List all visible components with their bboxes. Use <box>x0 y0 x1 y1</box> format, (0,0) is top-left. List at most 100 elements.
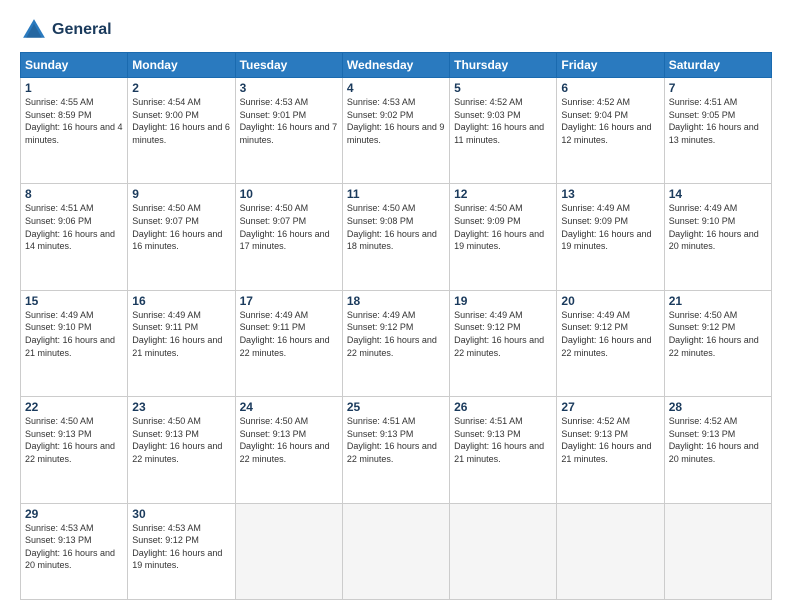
header: General <box>20 16 772 44</box>
calendar-cell: 11Sunrise: 4:50 AMSunset: 9:08 PMDayligh… <box>342 184 449 290</box>
cell-info: Sunrise: 4:53 AMSunset: 9:02 PMDaylight:… <box>347 96 445 146</box>
calendar-table: SundayMondayTuesdayWednesdayThursdayFrid… <box>20 52 772 600</box>
calendar-cell: 19Sunrise: 4:49 AMSunset: 9:12 PMDayligh… <box>450 290 557 396</box>
cell-info: Sunrise: 4:49 AMSunset: 9:09 PMDaylight:… <box>561 202 659 252</box>
day-number: 14 <box>669 187 767 201</box>
day-number: 9 <box>132 187 230 201</box>
cell-info: Sunrise: 4:52 AMSunset: 9:13 PMDaylight:… <box>669 415 767 465</box>
day-number: 23 <box>132 400 230 414</box>
day-number: 21 <box>669 294 767 308</box>
day-number: 28 <box>669 400 767 414</box>
cell-info: Sunrise: 4:50 AMSunset: 9:09 PMDaylight:… <box>454 202 552 252</box>
calendar-header-thursday: Thursday <box>450 53 557 78</box>
day-number: 22 <box>25 400 123 414</box>
calendar-cell: 21Sunrise: 4:50 AMSunset: 9:12 PMDayligh… <box>664 290 771 396</box>
cell-info: Sunrise: 4:50 AMSunset: 9:13 PMDaylight:… <box>240 415 338 465</box>
calendar-cell: 10Sunrise: 4:50 AMSunset: 9:07 PMDayligh… <box>235 184 342 290</box>
cell-info: Sunrise: 4:51 AMSunset: 9:05 PMDaylight:… <box>669 96 767 146</box>
day-number: 6 <box>561 81 659 95</box>
day-number: 8 <box>25 187 123 201</box>
cell-info: Sunrise: 4:53 AMSunset: 9:13 PMDaylight:… <box>25 522 123 572</box>
calendar-cell: 16Sunrise: 4:49 AMSunset: 9:11 PMDayligh… <box>128 290 235 396</box>
cell-info: Sunrise: 4:51 AMSunset: 9:06 PMDaylight:… <box>25 202 123 252</box>
calendar-week-2: 8Sunrise: 4:51 AMSunset: 9:06 PMDaylight… <box>21 184 772 290</box>
calendar-cell: 15Sunrise: 4:49 AMSunset: 9:10 PMDayligh… <box>21 290 128 396</box>
day-number: 30 <box>132 507 230 521</box>
calendar-cell: 13Sunrise: 4:49 AMSunset: 9:09 PMDayligh… <box>557 184 664 290</box>
calendar-cell: 25Sunrise: 4:51 AMSunset: 9:13 PMDayligh… <box>342 397 449 503</box>
day-number: 27 <box>561 400 659 414</box>
day-number: 19 <box>454 294 552 308</box>
calendar-cell: 17Sunrise: 4:49 AMSunset: 9:11 PMDayligh… <box>235 290 342 396</box>
cell-info: Sunrise: 4:49 AMSunset: 9:12 PMDaylight:… <box>347 309 445 359</box>
cell-info: Sunrise: 4:54 AMSunset: 9:00 PMDaylight:… <box>132 96 230 146</box>
calendar-cell: 26Sunrise: 4:51 AMSunset: 9:13 PMDayligh… <box>450 397 557 503</box>
cell-info: Sunrise: 4:51 AMSunset: 9:13 PMDaylight:… <box>454 415 552 465</box>
calendar-week-1: 1Sunrise: 4:55 AMSunset: 8:59 PMDaylight… <box>21 78 772 184</box>
calendar-cell <box>557 503 664 599</box>
cell-info: Sunrise: 4:50 AMSunset: 9:12 PMDaylight:… <box>669 309 767 359</box>
calendar-header-wednesday: Wednesday <box>342 53 449 78</box>
calendar-header-monday: Monday <box>128 53 235 78</box>
calendar-header-tuesday: Tuesday <box>235 53 342 78</box>
cell-info: Sunrise: 4:49 AMSunset: 9:11 PMDaylight:… <box>132 309 230 359</box>
calendar-cell: 23Sunrise: 4:50 AMSunset: 9:13 PMDayligh… <box>128 397 235 503</box>
cell-info: Sunrise: 4:50 AMSunset: 9:07 PMDaylight:… <box>132 202 230 252</box>
day-number: 20 <box>561 294 659 308</box>
day-number: 26 <box>454 400 552 414</box>
cell-info: Sunrise: 4:53 AMSunset: 9:01 PMDaylight:… <box>240 96 338 146</box>
calendar-cell: 7Sunrise: 4:51 AMSunset: 9:05 PMDaylight… <box>664 78 771 184</box>
calendar-cell: 20Sunrise: 4:49 AMSunset: 9:12 PMDayligh… <box>557 290 664 396</box>
calendar-cell: 28Sunrise: 4:52 AMSunset: 9:13 PMDayligh… <box>664 397 771 503</box>
cell-info: Sunrise: 4:49 AMSunset: 9:11 PMDaylight:… <box>240 309 338 359</box>
calendar-cell: 6Sunrise: 4:52 AMSunset: 9:04 PMDaylight… <box>557 78 664 184</box>
calendar-week-3: 15Sunrise: 4:49 AMSunset: 9:10 PMDayligh… <box>21 290 772 396</box>
day-number: 5 <box>454 81 552 95</box>
cell-info: Sunrise: 4:52 AMSunset: 9:04 PMDaylight:… <box>561 96 659 146</box>
calendar-cell: 29Sunrise: 4:53 AMSunset: 9:13 PMDayligh… <box>21 503 128 599</box>
day-number: 4 <box>347 81 445 95</box>
calendar-cell: 2Sunrise: 4:54 AMSunset: 9:00 PMDaylight… <box>128 78 235 184</box>
cell-info: Sunrise: 4:49 AMSunset: 9:10 PMDaylight:… <box>669 202 767 252</box>
calendar-cell <box>342 503 449 599</box>
cell-info: Sunrise: 4:52 AMSunset: 9:13 PMDaylight:… <box>561 415 659 465</box>
day-number: 12 <box>454 187 552 201</box>
calendar-header-row: SundayMondayTuesdayWednesdayThursdayFrid… <box>21 53 772 78</box>
day-number: 11 <box>347 187 445 201</box>
calendar-cell: 18Sunrise: 4:49 AMSunset: 9:12 PMDayligh… <box>342 290 449 396</box>
cell-info: Sunrise: 4:50 AMSunset: 9:08 PMDaylight:… <box>347 202 445 252</box>
calendar-cell: 9Sunrise: 4:50 AMSunset: 9:07 PMDaylight… <box>128 184 235 290</box>
day-number: 24 <box>240 400 338 414</box>
cell-info: Sunrise: 4:55 AMSunset: 8:59 PMDaylight:… <box>25 96 123 146</box>
logo-text: General <box>52 21 112 39</box>
day-number: 15 <box>25 294 123 308</box>
day-number: 1 <box>25 81 123 95</box>
calendar-cell: 30Sunrise: 4:53 AMSunset: 9:12 PMDayligh… <box>128 503 235 599</box>
day-number: 3 <box>240 81 338 95</box>
calendar-week-5: 29Sunrise: 4:53 AMSunset: 9:13 PMDayligh… <box>21 503 772 599</box>
cell-info: Sunrise: 4:53 AMSunset: 9:12 PMDaylight:… <box>132 522 230 572</box>
calendar-cell: 27Sunrise: 4:52 AMSunset: 9:13 PMDayligh… <box>557 397 664 503</box>
calendar-header-sunday: Sunday <box>21 53 128 78</box>
day-number: 13 <box>561 187 659 201</box>
cell-info: Sunrise: 4:49 AMSunset: 9:12 PMDaylight:… <box>561 309 659 359</box>
cell-info: Sunrise: 4:50 AMSunset: 9:07 PMDaylight:… <box>240 202 338 252</box>
calendar-header-friday: Friday <box>557 53 664 78</box>
day-number: 2 <box>132 81 230 95</box>
day-number: 18 <box>347 294 445 308</box>
calendar-week-4: 22 Sunrise: 4:50 AMSunset: 9:13 PMDayligh… <box>21 397 772 503</box>
calendar-cell: 22Sunrise: 4:50 AMSunset: 9:13 PMDayligh… <box>21 397 128 503</box>
day-number: 25 <box>347 400 445 414</box>
calendar-cell <box>664 503 771 599</box>
calendar-header-saturday: Saturday <box>664 53 771 78</box>
cell-info: Sunrise: 4:50 AMSunset: 9:13 PMDaylight:… <box>132 415 230 465</box>
calendar-cell <box>235 503 342 599</box>
day-number: 17 <box>240 294 338 308</box>
day-number: 29 <box>25 507 123 521</box>
calendar-cell: 3Sunrise: 4:53 AMSunset: 9:01 PMDaylight… <box>235 78 342 184</box>
day-number: 10 <box>240 187 338 201</box>
cell-info: Sunrise: 4:52 AMSunset: 9:03 PMDaylight:… <box>454 96 552 146</box>
page: General SundayMondayTuesdayWednesdayThur… <box>0 0 792 612</box>
cell-info: Sunrise: 4:49 AMSunset: 9:10 PMDaylight:… <box>25 309 123 359</box>
logo: General <box>20 16 112 44</box>
